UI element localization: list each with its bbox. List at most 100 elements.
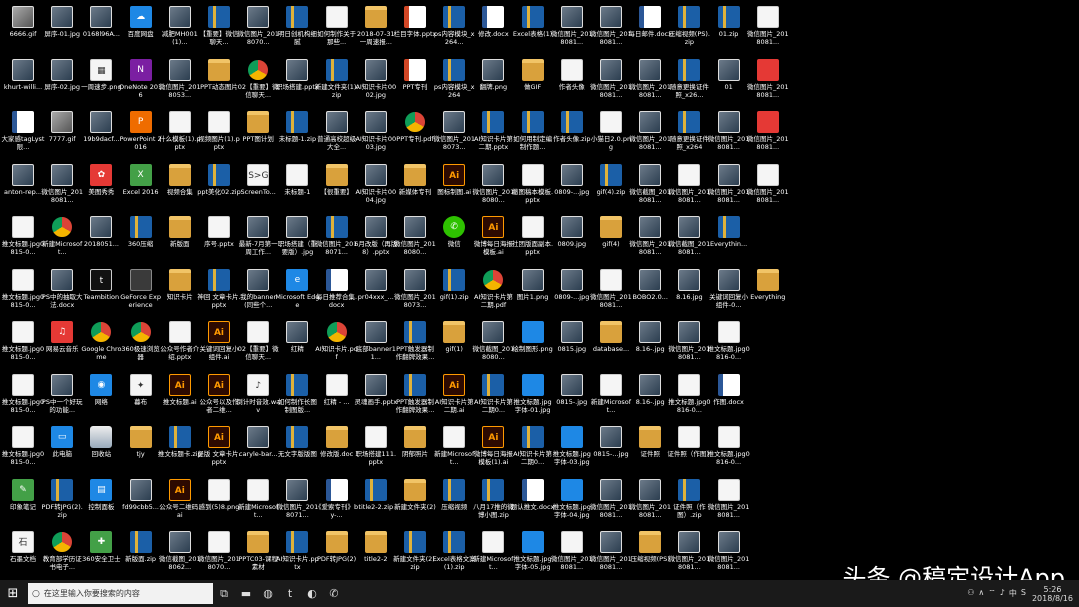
desktop-icon[interactable]: ◉ 网络	[81, 372, 121, 424]
desktop-icon[interactable]: 微信图片_2018081...	[669, 319, 710, 371]
desktop-icon[interactable]: W 修改.docx	[473, 4, 513, 56]
desktop-icon[interactable]: 明日创机构细腻	[277, 4, 317, 56]
desktop-icon[interactable]: 大家感tagLyst限...	[2, 109, 44, 161]
desktop-icon[interactable]: 修改版.doc	[317, 424, 357, 476]
desktop-icon[interactable]: PPT触发器制作翻牌效果...	[395, 319, 435, 371]
desktop-icon[interactable]: 微信图片_2018081...	[708, 529, 749, 580]
desktop-icon[interactable]: 微信图片_2018081...	[708, 109, 749, 161]
desktop-icon[interactable]: Ai 图标制图.ai	[434, 162, 474, 214]
desktop-icon[interactable]: 证件照	[630, 424, 670, 476]
desktop-icon[interactable]: 360极速浏览器	[121, 319, 161, 371]
desktop-icon[interactable]: 微信图片_2018081...	[590, 529, 632, 580]
desktop-icon[interactable]: 微信图片_2018073...	[433, 109, 475, 161]
desktop-icon[interactable]: gif(4)	[591, 214, 631, 266]
desktop-icon[interactable]: Everything	[748, 267, 788, 319]
desktop-icon[interactable]: 职场搭建.pptx	[276, 57, 319, 109]
desktop-icon[interactable]: Excel表格文案(1).zip	[433, 529, 476, 580]
desktop-icon[interactable]: 微信截图_2018062...	[159, 529, 201, 580]
desktop-icon[interactable]: 推文标题.jpg0815-0...	[2, 319, 44, 371]
desktop-icon[interactable]: AI知识卡片第二期.pdf	[473, 267, 513, 319]
desktop-icon[interactable]: 推文标题.jpg0816-0...	[668, 372, 711, 424]
desktop-icon[interactable]: 社团版面副本.pptx	[512, 214, 553, 266]
desktop-icon[interactable]: 压缩视频(PS)	[630, 529, 670, 580]
desktop-icon[interactable]: 01.zip	[709, 4, 749, 56]
desktop-icon[interactable]: 撤图稿本模板.pptx	[512, 162, 553, 214]
desktop-icon[interactable]: 微信图片_2018081...	[669, 529, 710, 580]
desktop-icon[interactable]: ▦ 一周速步.png	[81, 57, 122, 109]
desktop-icon[interactable]: 微信图片_2018080...	[473, 162, 514, 214]
desktop-icon[interactable]: 0815.jpg	[552, 319, 592, 371]
wechat-icon[interactable]: ✆	[323, 580, 345, 607]
desktop-icon[interactable]: 如何用制定编制作题...	[513, 109, 553, 161]
desktop-icon[interactable]: 我的banner(同些个...	[238, 267, 278, 319]
desktop-icon[interactable]: 微信图片_2018073...	[394, 267, 436, 319]
file-explorer-icon[interactable]: ▬	[235, 580, 257, 607]
desktop-icon[interactable]: Ai 公众号二维码.ai	[159, 477, 200, 529]
desktop-icon[interactable]: fd99cbb5...	[121, 477, 161, 529]
volume-icon[interactable]: ♪	[1000, 588, 1005, 599]
desktop-icon[interactable]: 微信图片_2018081...	[629, 57, 671, 109]
desktop-icon[interactable]: 新建文件夹(2)	[394, 477, 436, 529]
desktop-icon[interactable]: 0809-...jpg	[552, 162, 592, 214]
desktop-icon[interactable]: PDF转JPG(2).zip	[42, 477, 83, 529]
desktop-icon[interactable]: Excel表格(1)	[513, 4, 553, 56]
desktop-icon[interactable]: 红精	[277, 319, 317, 371]
desktop-icon[interactable]: 公众号作者介绍.pptx	[160, 319, 200, 371]
desktop-icon[interactable]: 微信图片_2018081...	[747, 162, 789, 214]
desktop-icon[interactable]: 推文标题.jpg字体-05.jpg	[513, 529, 553, 580]
desktop-icon[interactable]: Everythin...	[709, 214, 749, 266]
desktop-icon[interactable]: 新建Microsoft...	[473, 529, 513, 580]
desktop-icon[interactable]: 360压缩	[121, 214, 161, 266]
desktop-icon[interactable]: 推文标题卡.zip	[158, 424, 202, 476]
desktop-icon[interactable]: 微信图片_2018081...	[590, 267, 632, 319]
desktop-icon[interactable]: PPT专刊.pdf	[395, 109, 435, 161]
desktop-icon[interactable]: caryle-bar...	[238, 424, 278, 476]
desktop-icon[interactable]: 新媒体专刊	[395, 162, 435, 214]
desktop-icon[interactable]: 微信图片_2018081...	[551, 529, 593, 580]
desktop-icon[interactable]: PS中的抽取大法.docx	[42, 267, 82, 319]
desktop-icon[interactable]: 视频合集	[160, 162, 200, 214]
desktop-icon[interactable]: Ai 关键词回复小组件.ai	[199, 319, 239, 371]
desktop-icon[interactable]: 微信截图_2018081...	[669, 214, 710, 266]
desktop-icon[interactable]: 0815-.jpg	[552, 372, 592, 424]
desktop-icon[interactable]: 新建文件夹(2).zip	[393, 529, 437, 580]
desktop-icon[interactable]: 新建文件夹(1).zip	[315, 57, 358, 109]
desktop-icon[interactable]: 微信图片_2018081...	[708, 162, 749, 214]
desktop-icon[interactable]: 微信截图_2018080...	[473, 319, 514, 371]
desktop-icon[interactable]: 屏序-01.jpg	[42, 4, 82, 56]
desktop-icon[interactable]: 作者头像	[552, 57, 592, 109]
desktop-icon[interactable]: Ai 微博每日海报模板.ai	[473, 214, 513, 266]
desktop-icon[interactable]: 八月17推的微博小图.zip	[473, 477, 514, 529]
desktop-icon[interactable]: 最新-7月第一周工作...	[238, 214, 278, 266]
desktop-icon[interactable]: 翻牌.png	[473, 57, 513, 109]
desktop-icon[interactable]: 01	[709, 57, 749, 109]
desktop-icon[interactable]: 推文标题.jpg0815-0...	[2, 214, 44, 266]
desktop-icon[interactable]: 红精 - ...	[317, 372, 357, 424]
desktop-icon[interactable]: 阴郁照片	[395, 424, 435, 476]
desktop-icon[interactable]: 灵魂画手.pptx	[354, 372, 397, 424]
desktop-icon[interactable]: pr04xxx_...	[356, 267, 396, 319]
input-s-icon[interactable]: S	[1021, 588, 1026, 599]
desktop-icon[interactable]: title2-2	[356, 529, 396, 580]
desktop-icon[interactable]: Ai 公众号以及作者二维...	[199, 372, 239, 424]
desktop-icon[interactable]: e Microsoft Edge	[275, 267, 319, 319]
desktop-icon[interactable]: 职场搭建（重要版）.jpg	[277, 214, 317, 266]
desktop-icon[interactable]: 压缩视频(PS).zip	[669, 4, 710, 56]
desktop-icon[interactable]: 微信截图_2018081...	[629, 162, 671, 214]
desktop-icon[interactable]: Google Chrome	[81, 319, 121, 371]
desktop-icon[interactable]: 02【重要】微信聊天...	[238, 57, 279, 109]
desktop-icon[interactable]: 推文标题.jpg0816-0...	[707, 424, 750, 476]
desktop-icon[interactable]: 做GIF	[513, 57, 553, 109]
desktop-icon[interactable]: AI知识卡片.pdf	[315, 319, 358, 371]
desktop-icon[interactable]: ✆ 微信	[434, 214, 474, 266]
taskview-icon[interactable]: ⧉	[213, 580, 235, 607]
desktop-icon[interactable]: PPT动态图片	[199, 57, 239, 109]
desktop-icon[interactable]: 新建Microsoft...	[42, 214, 82, 266]
desktop-icon[interactable]: Ai 推文标题.ai	[160, 372, 200, 424]
desktop-icon[interactable]: 7777.gif	[42, 109, 82, 161]
desktop-icon[interactable]: 微信图片_2018081...	[590, 4, 632, 56]
desktop-icon[interactable]: PPTC03-课程素材	[238, 529, 278, 580]
desktop-icon[interactable]: 屏序-02.jpg	[42, 57, 82, 109]
desktop-icon[interactable]: 知识卡片	[160, 267, 200, 319]
desktop-icon[interactable]: gif(1).zip	[434, 267, 474, 319]
